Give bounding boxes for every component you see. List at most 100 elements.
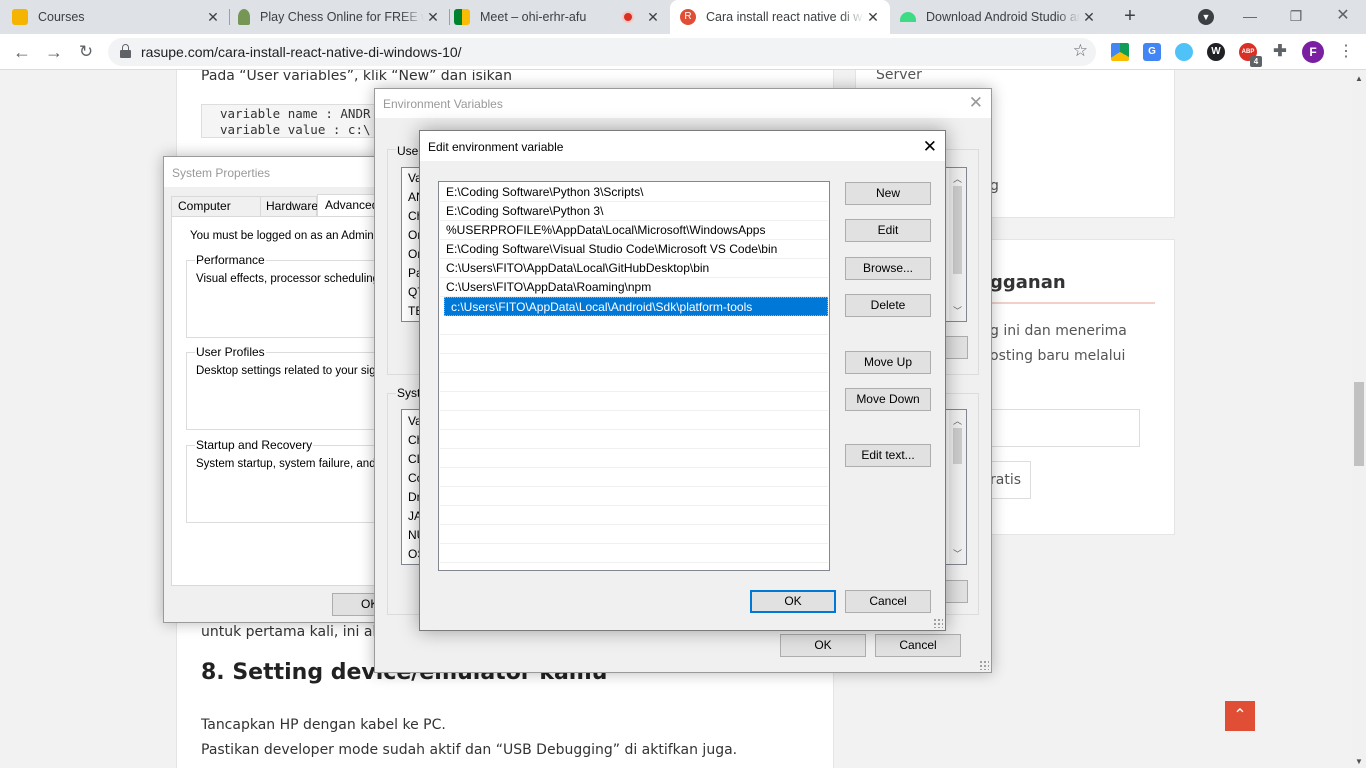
edit-button[interactable]: Edit [845,219,931,242]
close-icon[interactable]: ✕ [923,137,937,157]
empty-path-row[interactable] [440,316,828,335]
dialog-title: Environment Variables [383,97,503,111]
close-tab-icon[interactable]: ✕ [424,9,442,26]
tab-hardware[interactable]: Hardware [260,196,318,216]
url-text[interactable]: rasupe.com/cara-install-react-native-di-… [141,44,462,60]
path-row[interactable]: C:\Users\FITO\AppData\Local\GitHubDeskto… [440,259,828,278]
scrollbar-thumb[interactable] [1354,382,1364,466]
tab-search-icon[interactable]: ▼ [1198,9,1214,25]
resize-grip[interactable] [979,660,989,670]
lock-icon[interactable] [120,44,131,58]
empty-path-row[interactable] [440,411,828,430]
dialog-title: System Properties [172,166,271,180]
empty-path-row[interactable] [440,335,828,354]
empty-path-row[interactable] [440,506,828,525]
tab-title: Play Chess Online for FREE with [260,10,424,24]
subscribe-text: g ini dan menerima [990,323,1127,339]
empty-path-row[interactable] [440,525,828,544]
page-scrollbar[interactable]: ▲ ▼ [1352,70,1366,768]
extensions-puzzle-icon[interactable]: ✚ [1271,43,1289,61]
tab-computer-name[interactable]: Computer Name [171,196,261,232]
list-scrollbar[interactable]: ︿ ﹀ [949,410,966,564]
new-button[interactable]: New [845,182,931,205]
tab-meet[interactable]: Meet – ohi-erhr-afu ✕ [450,0,670,34]
adblock-label: ABP [1241,49,1255,55]
close-window-icon[interactable]: ✕ [1331,4,1355,28]
restore-icon[interactable]: ❐ [1284,4,1308,28]
tab-title: Meet – ohi-erhr-afu [480,10,587,24]
scroll-to-top-button[interactable]: ⌃ [1225,701,1255,731]
new-tab-button[interactable]: + [1118,5,1142,29]
list-scrollbar[interactable]: ︿ ﹀ [949,168,966,321]
path-row[interactable]: C:\Users\FITO\AppData\Roaming\npm [440,278,828,297]
menu-kebab-icon[interactable]: ⋮ [1334,40,1358,64]
scroll-up-arrow[interactable]: ▲ [1355,74,1363,83]
close-tab-icon[interactable]: ✕ [1080,9,1098,26]
close-icon[interactable]: ✕ [969,93,983,113]
browser-toolbar: ← → ↻ rasupe.com/cara-install-react-nati… [0,34,1366,70]
lens-icon[interactable] [1175,43,1193,61]
path-row[interactable]: E:\Coding Software\Python 3\ [440,202,828,221]
article-paragraph: Pastikan developer mode sudah aktif dan … [201,742,738,758]
empty-path-row[interactable] [440,449,828,468]
meet-icon [454,9,470,25]
ok-button[interactable]: OK [780,634,866,657]
group-label: Performance [195,253,266,267]
address-bar[interactable]: rasupe.com/cara-install-react-native-di-… [108,38,1096,66]
reload-icon[interactable]: ↻ [74,40,98,64]
delete-button[interactable]: Delete [845,294,931,317]
forward-icon[interactable]: → [42,40,66,64]
tab-rasupe[interactable]: R Cara install react native di windows ✕ [670,0,890,34]
advanced-panel: You must be logged on as an Administrat … [171,216,416,586]
move-up-button[interactable]: Move Up [845,351,931,374]
path-row[interactable]: E:\Coding Software\Visual Studio Code\Mi… [440,240,828,259]
minimize-icon[interactable]: — [1238,4,1262,28]
resize-grip[interactable] [933,618,943,628]
back-icon[interactable]: ← [10,40,34,64]
email-field[interactable] [990,409,1140,447]
close-tab-icon[interactable]: ✕ [864,9,882,26]
dialog-titlebar: Environment Variables ✕ [375,89,991,119]
path-row[interactable]: c:\Users\FITO\AppData\Local\Android\Sdk\… [444,297,828,316]
bookmark-star-icon[interactable]: ☆ [1073,41,1088,61]
article-intro: Pada “User variables”, klik “New” dan is… [201,70,512,84]
cancel-button[interactable]: Cancel [875,634,961,657]
drive-icon[interactable] [1111,43,1129,61]
code-line: variable name : ANDR [220,106,371,121]
scroll-down-arrow[interactable]: ▼ [1355,757,1363,766]
recording-icon [622,11,634,23]
close-tab-icon[interactable]: ✕ [644,9,662,26]
browse-button[interactable]: Browse... [845,257,931,280]
edit-environment-variable-dialog: Edit environment variable ✕ E:\Coding So… [419,130,946,631]
group-label: User Profiles [195,345,266,359]
tab-android-studio[interactable]: Download Android Studio and ✕ [890,0,1106,34]
translate-icon[interactable]: G [1143,43,1161,61]
empty-path-row[interactable] [440,354,828,373]
ok-button[interactable]: OK [750,590,836,613]
empty-path-row[interactable] [440,373,828,392]
empty-path-row[interactable] [440,468,828,487]
path-row[interactable]: E:\Coding Software\Python 3\Scripts\ [440,183,828,202]
path-row[interactable]: %USERPROFILE%\AppData\Local\Microsoft\Wi… [440,221,828,240]
cancel-button[interactable]: Cancel [845,590,931,613]
path-list[interactable]: E:\Coding Software\Python 3\Scripts\ E:\C… [438,181,830,571]
tab-title: Download Android Studio and [926,10,1080,24]
group-text: Desktop settings related to your sign-in [196,365,395,377]
subscribe-button[interactable]: ratis [990,461,1031,499]
profile-avatar[interactable]: F [1302,41,1324,63]
subscribe-heading: gganan [990,272,1066,293]
subscribe-text: osting baru melalui [990,348,1126,364]
tab-courses[interactable]: Courses ✕ [8,0,230,34]
move-down-button[interactable]: Move Down [845,388,931,411]
empty-path-row[interactable] [440,392,828,411]
empty-path-row[interactable] [440,487,828,506]
dialog-titlebar: System Properties [164,157,392,187]
wordpress-icon[interactable]: W [1207,43,1225,61]
empty-path-row[interactable] [440,430,828,449]
adblock-icon[interactable]: ABP 4 [1239,43,1262,67]
adblock-badge: 4 [1250,56,1262,67]
empty-path-row[interactable] [440,544,828,563]
tab-chess[interactable]: Play Chess Online for FREE with ✕ [230,0,450,34]
close-tab-icon[interactable]: ✕ [204,9,222,26]
edit-text-button[interactable]: Edit text... [845,444,931,467]
